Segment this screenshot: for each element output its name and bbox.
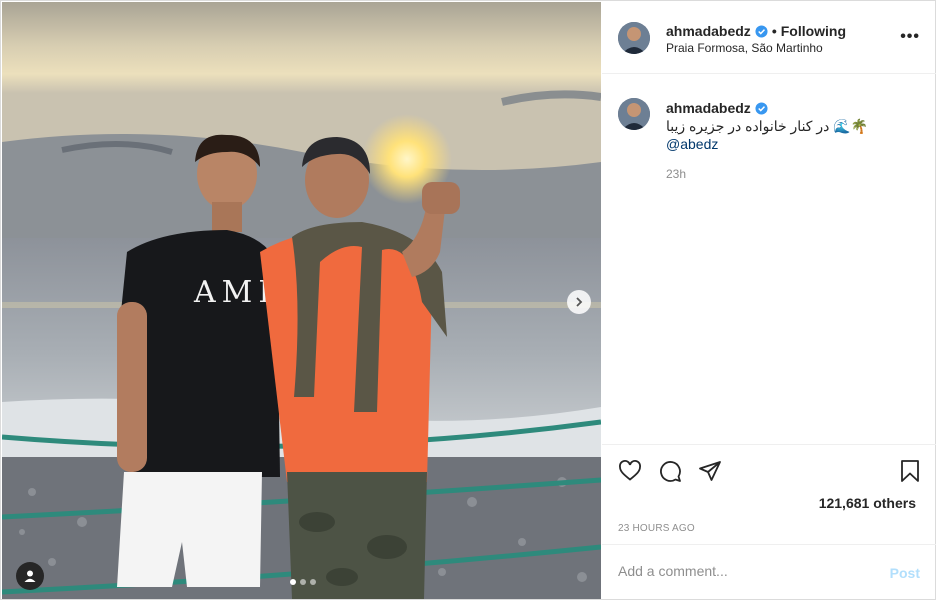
post-actions: 121,681 others 23 HOURS AGO (602, 444, 936, 544)
verified-badge-icon (755, 101, 768, 115)
post-sidebar: ahmadabedz • Following Praia Formosa, Sã… (602, 2, 936, 599)
more-options-button[interactable]: ••• (900, 28, 920, 46)
caption-mention-link[interactable]: @abedz (666, 136, 718, 152)
chevron-right-icon (576, 297, 583, 307)
comment-icon (660, 461, 681, 482)
following-button[interactable]: Following (781, 23, 846, 39)
location-link[interactable]: Praia Formosa, São Martinho (666, 41, 823, 55)
carousel-dot (300, 579, 306, 585)
caption-timestamp: 23h (666, 167, 687, 181)
likes-count[interactable]: 121,681 others (819, 495, 916, 511)
carousel-dot-active (290, 579, 296, 585)
comment-input[interactable] (618, 563, 858, 579)
paper-plane-icon (699, 461, 721, 481)
avatar[interactable] (618, 98, 650, 130)
post-caption: ahmadabedz در کنار خانواده در جزیره زیبا… (602, 74, 936, 444)
user-tag-icon (24, 570, 36, 582)
post-time-ago: 23 HOURS AGO (618, 523, 695, 534)
caption-text-line: در کنار خانواده در جزیره زیبا 🌊🌴 (666, 118, 868, 135)
instagram-post: AMIRI ahmadabedz • Following Praia Formo… (0, 0, 936, 600)
action-icons (618, 459, 722, 483)
like-button[interactable] (618, 459, 642, 483)
separator-dot: • (771, 23, 777, 39)
beach-sunset-photo: AMIRI (2, 2, 601, 599)
caption-emojis: 🌊🌴 (833, 118, 869, 134)
carousel-dots (290, 579, 316, 585)
post-photo[interactable]: AMIRI (2, 2, 601, 599)
post-comment-button[interactable]: Post (890, 565, 920, 581)
comment-box: Post (602, 544, 936, 599)
share-button[interactable] (698, 459, 722, 483)
verified-badge-icon (755, 24, 768, 38)
tagged-users-button[interactable] (16, 562, 44, 590)
username-link[interactable]: ahmadabedz (666, 23, 751, 39)
caption-username-link[interactable]: ahmadabedz (666, 100, 751, 116)
avatar-photo (618, 22, 650, 54)
caption-text: در کنار خانواده در جزیره زیبا (666, 118, 830, 134)
post-header: ahmadabedz • Following Praia Formosa, Sã… (602, 2, 936, 74)
save-button[interactable] (898, 459, 922, 483)
carousel-dot (310, 579, 316, 585)
caption-user-line: ahmadabedz (666, 100, 768, 116)
heart-icon (619, 460, 641, 481)
header-user-line: ahmadabedz • Following (666, 23, 846, 39)
next-photo-button[interactable] (567, 290, 591, 314)
bookmark-icon (901, 460, 919, 482)
avatar-photo (618, 98, 650, 130)
comment-button[interactable] (658, 459, 682, 483)
avatar[interactable] (618, 22, 650, 54)
